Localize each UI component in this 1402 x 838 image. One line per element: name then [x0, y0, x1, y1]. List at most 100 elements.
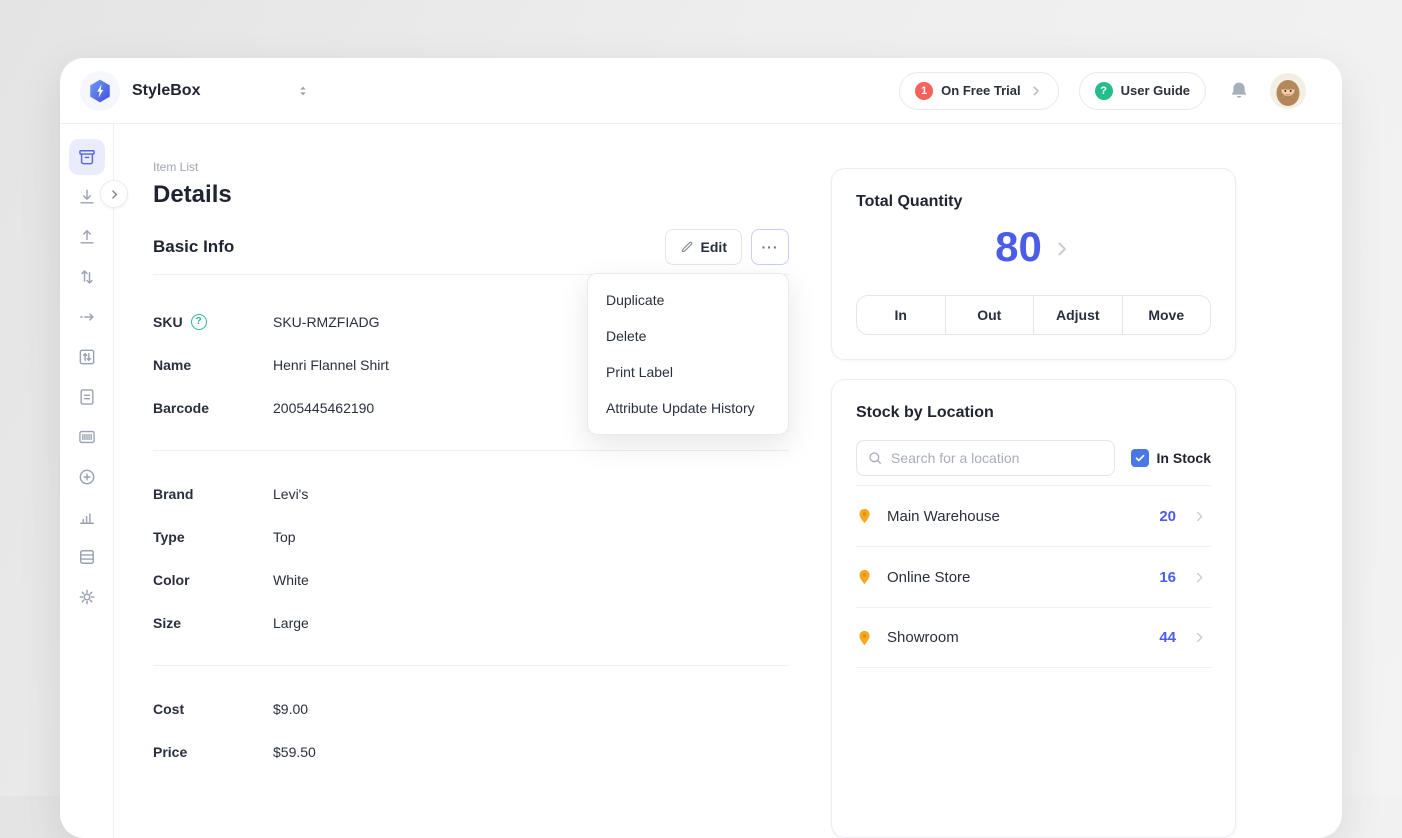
- location-row[interactable]: Online Store 16: [856, 546, 1211, 607]
- action-in-button[interactable]: In: [857, 296, 945, 334]
- sidebar-item-arrow-right-from-dot-icon[interactable]: [69, 299, 105, 335]
- location-name: Showroom: [887, 629, 1159, 646]
- sidebar-item-bar-chart-icon[interactable]: [69, 499, 105, 535]
- menu-item[interactable]: Delete: [588, 318, 788, 354]
- field-row: Brand Levi's: [153, 472, 789, 515]
- field-label: Name: [153, 357, 191, 373]
- location-row[interactable]: Main Warehouse 20: [856, 485, 1211, 546]
- main-area: Item List Details Basic Info Edit ··· Du…: [114, 124, 1342, 838]
- action-move-button[interactable]: Move: [1122, 296, 1211, 334]
- user-guide-label: User Guide: [1121, 83, 1190, 98]
- sidebar-item-barcode-icon[interactable]: [69, 419, 105, 455]
- question-icon: ?: [1095, 82, 1113, 100]
- chevron-right-icon: [1192, 570, 1207, 585]
- chevron-right-icon: [1192, 630, 1207, 645]
- user-avatar[interactable]: [1270, 73, 1306, 109]
- menu-item[interactable]: Duplicate: [588, 282, 788, 318]
- sidebar-item-arrow-down-to-line-icon[interactable]: [69, 179, 105, 215]
- field-row: Type Top: [153, 515, 789, 558]
- field-value: $59.50: [273, 744, 316, 760]
- sidebar-item-arrows-up-down-icon[interactable]: [69, 259, 105, 295]
- location-qty: 44: [1159, 629, 1176, 646]
- chevron-right-icon: [1192, 509, 1207, 524]
- app-window: StyleBox 1 On Free Trial ? User Guide: [60, 58, 1342, 838]
- basic-info-header: Basic Info Edit ···: [153, 229, 789, 265]
- menu-item[interactable]: Print Label: [588, 354, 788, 390]
- quantity-actions: InOutAdjustMove: [856, 295, 1211, 335]
- field-label: Type: [153, 529, 185, 545]
- field-value: Levi's: [273, 486, 308, 502]
- field-value: White: [273, 572, 309, 588]
- app-title: StyleBox: [132, 82, 200, 100]
- field-row: Cost $9.00: [153, 687, 789, 730]
- topbar-right: 1 On Free Trial ? User Guide: [899, 72, 1306, 110]
- sidebar-item-package-icon[interactable]: [69, 139, 105, 175]
- chevron-right-icon: [1052, 239, 1072, 259]
- chevron-right-icon: [1029, 84, 1043, 98]
- page-title: Details: [153, 181, 789, 209]
- sidebar-item-rows-icon[interactable]: [69, 539, 105, 575]
- search-icon: [867, 450, 883, 466]
- menu-item[interactable]: Attribute Update History: [588, 390, 788, 426]
- total-quantity-title: Total Quantity: [856, 193, 1211, 211]
- section-title: Basic Info: [153, 237, 665, 257]
- map-pin-icon: [856, 567, 873, 587]
- right-column: Total Quantity 80 InOutAdjustMove Stock …: [831, 124, 1236, 838]
- app-logo: [80, 71, 120, 111]
- field-value: 2005445462190: [273, 400, 374, 416]
- field-value: Top: [273, 529, 296, 545]
- field-row: Size Large: [153, 601, 789, 644]
- field-label: Barcode: [153, 400, 209, 416]
- help-icon[interactable]: ?: [191, 314, 207, 330]
- location-search[interactable]: [856, 440, 1115, 476]
- notifications-bell-icon[interactable]: [1228, 80, 1250, 102]
- field-value: Henri Flannel Shirt: [273, 357, 389, 373]
- breadcrumb[interactable]: Item List: [153, 160, 789, 174]
- hexagon-bolt-icon: [87, 78, 113, 104]
- details-content: Item List Details Basic Info Edit ··· Du…: [114, 124, 831, 838]
- field-label: Color: [153, 572, 190, 588]
- field-label: Price: [153, 744, 187, 760]
- field-row: Color White: [153, 558, 789, 601]
- sidebar-item-box-adjust-icon[interactable]: [69, 339, 105, 375]
- map-pin-icon: [856, 628, 873, 648]
- trial-label: On Free Trial: [941, 83, 1020, 98]
- stock-controls: In Stock: [856, 440, 1211, 476]
- total-quantity-card: Total Quantity 80 InOutAdjustMove: [831, 168, 1236, 360]
- location-search-input[interactable]: [891, 450, 1104, 466]
- quantity-row[interactable]: 80: [856, 223, 1211, 271]
- field-label: Cost: [153, 701, 184, 717]
- sidebar-item-gear-icon[interactable]: [69, 579, 105, 615]
- free-trial-button[interactable]: 1 On Free Trial: [899, 72, 1058, 110]
- pencil-icon: [680, 240, 694, 254]
- sidebar-item-arrow-up-from-line-icon[interactable]: [69, 219, 105, 255]
- in-stock-label: In Stock: [1157, 450, 1211, 466]
- sidebar-item-plus-circle-icon[interactable]: [69, 459, 105, 495]
- stock-by-location-title: Stock by Location: [856, 404, 1211, 422]
- app-body: Item List Details Basic Info Edit ··· Du…: [60, 124, 1342, 838]
- edit-button[interactable]: Edit: [665, 229, 742, 265]
- workspace-switcher-icon[interactable]: [295, 83, 311, 99]
- in-stock-checkbox[interactable]: [1131, 449, 1149, 467]
- field-label: SKU: [153, 314, 183, 330]
- trial-badge: 1: [915, 82, 933, 100]
- map-pin-icon: [856, 506, 873, 526]
- location-qty: 16: [1159, 569, 1176, 586]
- user-guide-button[interactable]: ? User Guide: [1079, 72, 1206, 110]
- more-actions-button[interactable]: ···: [751, 229, 789, 265]
- sidebar-expand-button[interactable]: [100, 180, 128, 208]
- action-out-button[interactable]: Out: [945, 296, 1034, 334]
- in-stock-filter[interactable]: In Stock: [1131, 449, 1211, 467]
- field-value: SKU-RMZFIADG: [273, 314, 380, 330]
- context-menu: DuplicateDeletePrint LabelAttribute Upda…: [587, 273, 789, 435]
- stock-by-location-card: Stock by Location In Stock: [831, 379, 1236, 838]
- group-divider: [153, 665, 789, 666]
- edit-label: Edit: [701, 239, 727, 255]
- sidebar-item-document-icon[interactable]: [69, 379, 105, 415]
- action-adjust-button[interactable]: Adjust: [1033, 296, 1122, 334]
- field-label: Size: [153, 615, 181, 631]
- location-row[interactable]: Showroom 44: [856, 607, 1211, 668]
- field-row: Price $59.50: [153, 730, 789, 773]
- top-bar: StyleBox 1 On Free Trial ? User Guide: [60, 58, 1342, 124]
- group-divider: [153, 450, 789, 451]
